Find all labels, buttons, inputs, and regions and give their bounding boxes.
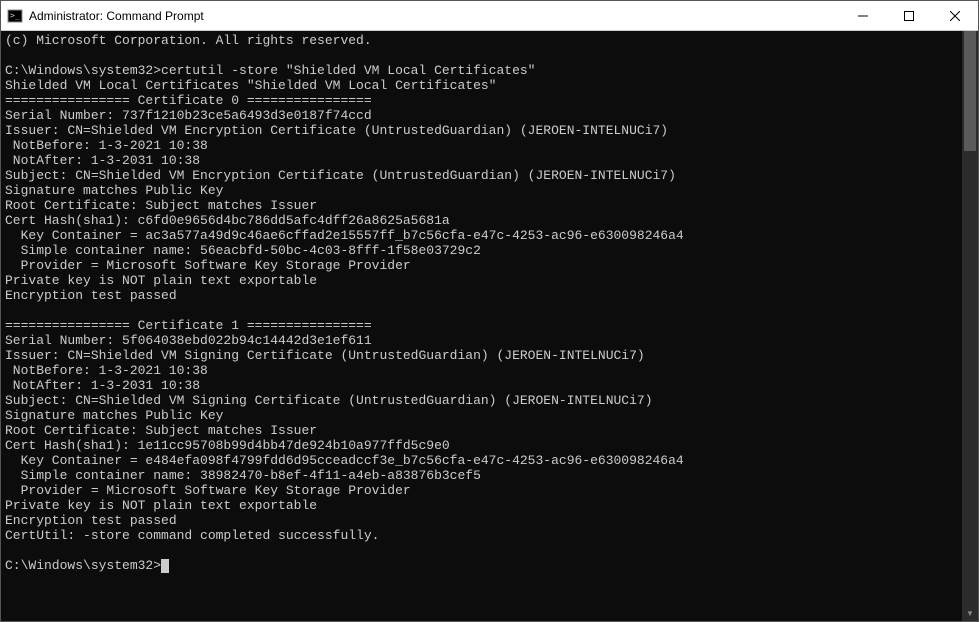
command-prompt-window: >_ Administrator: Command Prompt (c) Mic… [0, 0, 979, 622]
maximize-button[interactable] [886, 1, 932, 30]
output-line: Issuer: CN=Shielded VM Encryption Certif… [5, 123, 668, 138]
output-line: Subject: CN=Shielded VM Signing Certific… [5, 393, 653, 408]
output-line: NotAfter: 1-3-2031 10:38 [5, 378, 200, 393]
prompt-line: C:\Windows\system32> [5, 558, 161, 573]
output-line: Encryption test passed [5, 513, 177, 528]
vertical-scrollbar[interactable]: ▲ ▼ [962, 31, 978, 621]
scroll-down-arrow[interactable]: ▼ [962, 605, 978, 621]
output-line: Signature matches Public Key [5, 183, 223, 198]
output-line: Provider = Microsoft Software Key Storag… [5, 483, 411, 498]
output-line: Private key is NOT plain text exportable [5, 273, 317, 288]
output-line: CertUtil: -store command completed succe… [5, 528, 379, 543]
output-line: ================ Certificate 0 =========… [5, 93, 372, 108]
output-line: Root Certificate: Subject matches Issuer [5, 198, 317, 213]
window-title: Administrator: Command Prompt [29, 9, 840, 23]
output-line: Provider = Microsoft Software Key Storag… [5, 258, 411, 273]
output-line: (c) Microsoft Corporation. All rights re… [5, 33, 372, 48]
output-line: Subject: CN=Shielded VM Encryption Certi… [5, 168, 676, 183]
window-controls [840, 1, 978, 30]
titlebar[interactable]: >_ Administrator: Command Prompt [1, 1, 978, 31]
output-line: NotAfter: 1-3-2031 10:38 [5, 153, 200, 168]
output-line: Serial Number: 5f064038ebd022b94c14442d3… [5, 333, 372, 348]
output-line: Cert Hash(sha1): 1e11cc95708b99d4bb47de9… [5, 438, 450, 453]
output-line: Cert Hash(sha1): c6fd0e9656d4bc786dd5afc… [5, 213, 450, 228]
scrollbar-thumb[interactable] [964, 31, 976, 151]
app-icon: >_ [7, 8, 23, 24]
output-line: NotBefore: 1-3-2021 10:38 [5, 363, 208, 378]
minimize-button[interactable] [840, 1, 886, 30]
cursor [161, 559, 169, 573]
output-line: Root Certificate: Subject matches Issuer [5, 423, 317, 438]
output-line: Simple container name: 38982470-b8ef-4f1… [5, 468, 481, 483]
console-area: (c) Microsoft Corporation. All rights re… [1, 31, 978, 621]
output-line: Encryption test passed [5, 288, 177, 303]
output-line: Serial Number: 737f1210b23ce5a6493d3e018… [5, 108, 372, 123]
output-line: Shielded VM Local Certificates "Shielded… [5, 78, 496, 93]
output-line: Signature matches Public Key [5, 408, 223, 423]
output-line: Key Container = ac3a577a49d9c46ae6cffad2… [5, 228, 684, 243]
output-line: Private key is NOT plain text exportable [5, 498, 317, 513]
svg-text:>_: >_ [10, 11, 20, 20]
output-line: Simple container name: 56eacbfd-50bc-4c0… [5, 243, 481, 258]
close-button[interactable] [932, 1, 978, 30]
output-line: NotBefore: 1-3-2021 10:38 [5, 138, 208, 153]
output-line: ================ Certificate 1 =========… [5, 318, 372, 333]
console-output[interactable]: (c) Microsoft Corporation. All rights re… [1, 31, 962, 621]
output-line: C:\Windows\system32>certutil -store "Shi… [5, 63, 536, 78]
output-line: Issuer: CN=Shielded VM Signing Certifica… [5, 348, 645, 363]
output-line: Key Container = e484efa098f4799fdd6d95cc… [5, 453, 684, 468]
